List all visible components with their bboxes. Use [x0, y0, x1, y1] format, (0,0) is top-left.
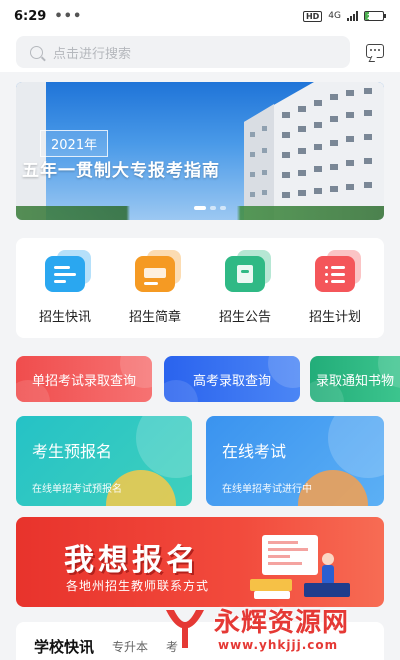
category-plan[interactable]: 招生计划 — [293, 249, 377, 325]
message-icon[interactable] — [366, 44, 384, 58]
status-bar: 6:29 ••• HD 4G 23 — [0, 0, 400, 32]
status-time: 6:29 — [14, 8, 47, 24]
news-heading: 学校快讯 — [34, 637, 95, 656]
category-label: 招生简章 — [128, 309, 181, 325]
card-title: 在线考试 — [222, 442, 287, 461]
notification-dots: ••• — [54, 8, 83, 24]
news-tab-upgrade[interactable]: 专升本 — [112, 638, 148, 655]
watermark: 永辉资源网 www.yhkjjj.com — [156, 596, 400, 660]
plan-icon — [311, 249, 361, 296]
category-brochure[interactable]: 招生简章 — [113, 249, 197, 325]
banner-year: 2021年 — [40, 130, 109, 157]
brochure-icon — [131, 249, 181, 296]
classroom-illustration — [250, 535, 350, 599]
watermark-url: www.yhkjjj.com — [218, 638, 339, 652]
enroll-title: 我想报名 — [64, 543, 200, 578]
announcement-icon — [221, 249, 271, 296]
top-bar: 点击进行搜索 — [0, 32, 400, 72]
card-subtitle: 在线单招考试进行中 — [222, 484, 312, 495]
watermark-text: 永辉资源网 — [214, 608, 350, 638]
news-icon — [41, 249, 91, 296]
banner-title: 五年一贯制大专报考指南 — [22, 161, 220, 181]
signal-icon — [347, 11, 358, 21]
battery-level: 23 — [367, 13, 377, 21]
status-icons: HD 4G 23 — [302, 10, 386, 22]
card-title: 考生预报名 — [32, 442, 113, 461]
card-subtitle: 在线单招考试预报名 — [32, 484, 122, 495]
category-label: 招生计划 — [308, 309, 361, 325]
search-input[interactable]: 点击进行搜索 — [16, 36, 350, 68]
category-announcement[interactable]: 招生公告 — [203, 249, 287, 325]
network-label: 4G — [328, 11, 341, 21]
search-placeholder: 点击进行搜索 — [53, 46, 132, 62]
enroll-banner[interactable]: 我想报名 各地州招生教师联系方式 — [16, 517, 384, 607]
category-label: 招生公告 — [218, 309, 271, 325]
category-label: 招生快讯 — [38, 309, 91, 325]
category-grid: 招生快讯 招生简章 招生公告 招生计划 — [16, 238, 384, 338]
watermark-logo-icon — [166, 610, 204, 648]
admission-letter-button[interactable]: 录取通知书物 — [310, 356, 400, 402]
battery-icon: 23 — [364, 11, 386, 21]
gaokao-result-query-button[interactable]: 高考录取查询 — [164, 356, 300, 402]
pre-registration-card[interactable]: 考生预报名 在线单招考试预报名 — [16, 416, 192, 506]
category-news[interactable]: 招生快讯 — [23, 249, 107, 325]
carousel-indicator — [194, 206, 226, 210]
enroll-subtitle: 各地州招生教师联系方式 — [66, 579, 210, 593]
search-icon — [30, 45, 43, 59]
exam-result-query-button[interactable]: 单招考试录取查询 — [16, 356, 152, 402]
quick-links: 单招考试录取查询 高考录取查询 录取通知书物 — [16, 356, 400, 402]
building-image — [244, 82, 384, 220]
promo-banner[interactable]: 2021年 五年一贯制大专报考指南 — [16, 82, 384, 220]
hd-badge: HD — [302, 10, 323, 22]
online-exam-card[interactable]: 在线考试 在线单招考试进行中 — [206, 416, 384, 506]
